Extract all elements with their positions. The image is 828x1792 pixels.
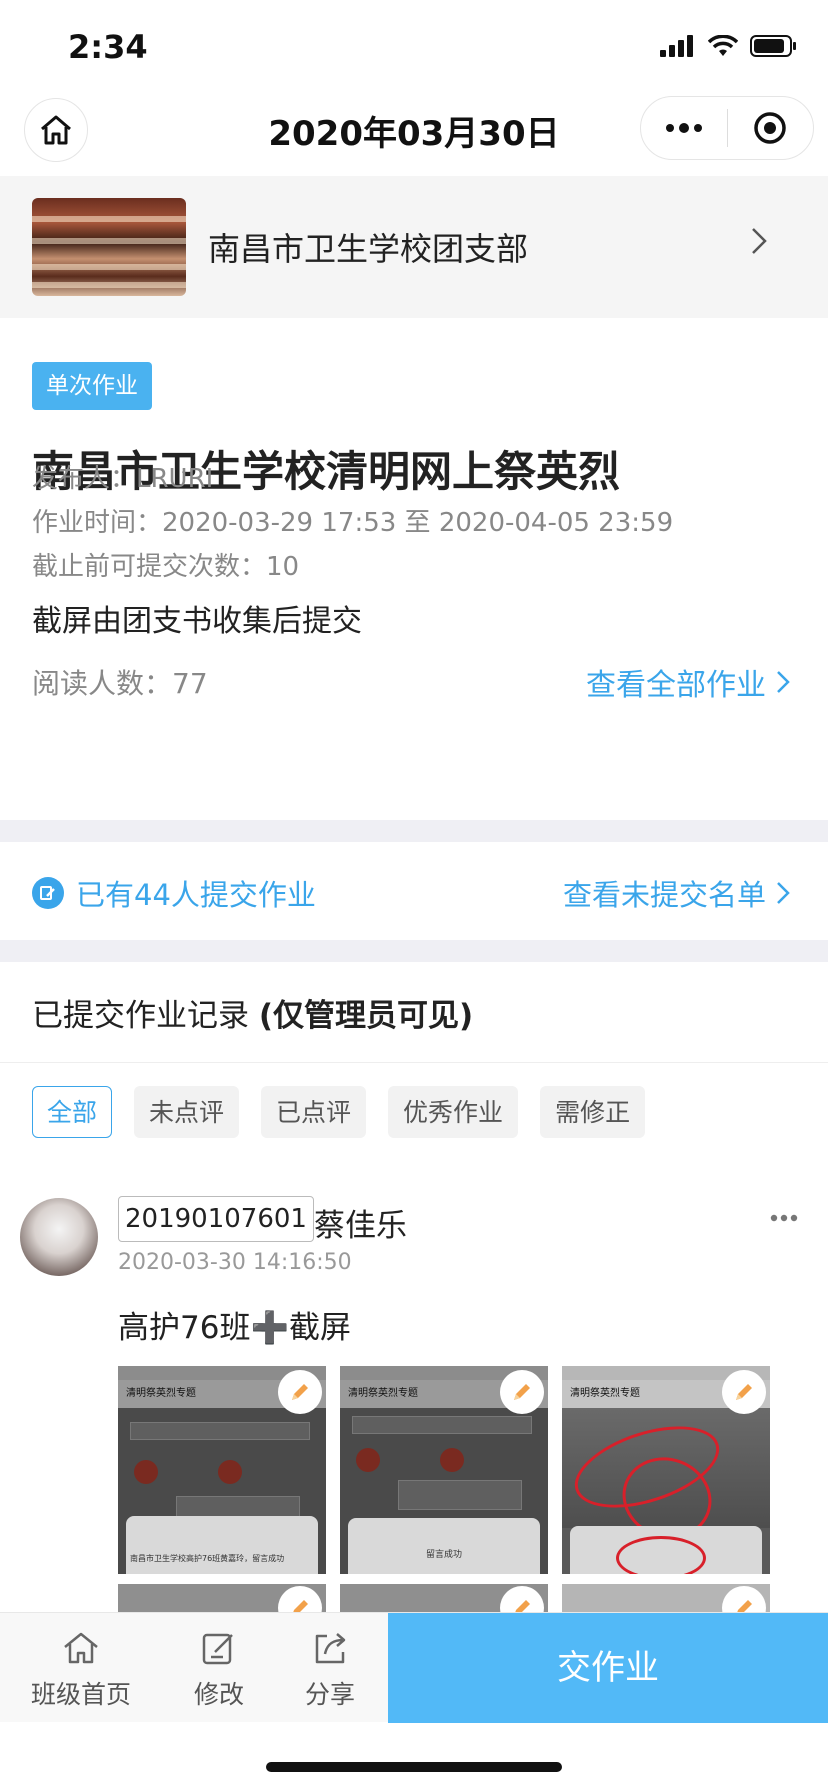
- record-circle-icon: [754, 112, 786, 144]
- view-unsubmitted-label: 查看未提交名单: [562, 878, 766, 912]
- chevron-right-icon: [777, 671, 790, 693]
- annotate-button[interactable]: [722, 1370, 766, 1414]
- submit-homework-button[interactable]: 交作业: [388, 1613, 828, 1723]
- nav-bar: 2020年03月30日: [0, 96, 828, 178]
- thumb-form-row: [398, 1480, 522, 1510]
- thumb-caption: 留言成功: [425, 1550, 462, 1560]
- thumb-button: [134, 1460, 158, 1484]
- submission-summary: 已有44人提交作业 查看未提交名单: [0, 842, 828, 940]
- records-heading-text: 已提交作业记录: [32, 998, 249, 1034]
- status-time: 2:34: [68, 28, 148, 66]
- read-count: 阅读人数：77: [32, 667, 208, 700]
- view-all-label: 查看全部作业: [586, 668, 766, 703]
- pencil-icon: [736, 1384, 752, 1400]
- battery-icon: [750, 35, 796, 57]
- home-icon: [64, 1632, 98, 1664]
- thumb-caption: 南昌市卫生学校高护76班黄嘉玲，留言成功: [130, 1554, 285, 1563]
- chevron-right-icon: [752, 228, 767, 254]
- homework-period: 作业时间：2020-03-29 17:53 至 2020-04-05 23:59: [32, 508, 674, 538]
- thumb-button: [356, 1448, 380, 1472]
- thumb-form-row: [130, 1422, 310, 1440]
- submission-count-text: 已有44人提交作业: [76, 878, 316, 912]
- submit-limit: 截止前可提交次数：10: [32, 552, 300, 582]
- thumb-form-row: [352, 1416, 532, 1434]
- section-gap: [0, 940, 828, 962]
- org-name: 南昌市卫生学校团支部: [208, 230, 529, 268]
- status-bar: 2:34: [0, 0, 828, 96]
- share-icon: [315, 1633, 346, 1664]
- homework-type-badge: 单次作业: [32, 362, 152, 410]
- status-icons: [660, 34, 798, 58]
- thumb-panel: [126, 1516, 318, 1574]
- homework-card: 单次作业 南昌市卫生学校清明网上祭英烈 发布人：LRURI 作业时间：2020-…: [0, 318, 828, 820]
- org-banner[interactable]: 南昌市卫生学校团支部: [0, 176, 828, 318]
- records-heading: 已提交作业记录 (仅管理员可见): [32, 990, 473, 1035]
- bottom-action-bar: 班级首页 修改 分享 交作业: [0, 1612, 828, 1723]
- edit-icon: [202, 1633, 233, 1665]
- view-all-homework-link[interactable]: 查看全部作业: [586, 660, 790, 704]
- thumb-panel: [348, 1518, 540, 1574]
- submission-image[interactable]: 清明祭英烈专题: [562, 1366, 770, 1574]
- submission-text: 高护76班➕截屏: [118, 1310, 352, 1346]
- edit-note-icon: [32, 877, 64, 909]
- records-heading-note: (仅管理员可见): [258, 998, 474, 1034]
- annotate-button[interactable]: [500, 1370, 544, 1414]
- thumb-ink-mark: [616, 1536, 706, 1574]
- signal-icon: [660, 35, 693, 57]
- filter-excellent[interactable]: 优秀作业: [388, 1086, 519, 1138]
- pencil-icon: [292, 1384, 308, 1400]
- homework-description: 截屏由团支书收集后提交: [32, 604, 362, 639]
- tab-share[interactable]: 分享: [278, 1627, 382, 1711]
- thumb-button: [218, 1460, 242, 1484]
- publisher: 发布人：LRURI: [32, 464, 214, 494]
- student-name: 蔡佳乐: [314, 1208, 407, 1244]
- filter-not-reviewed[interactable]: 未点评: [134, 1086, 240, 1138]
- org-thumbnail: [32, 198, 186, 296]
- divider: [0, 1062, 828, 1063]
- tab-class-home[interactable]: 班级首页: [26, 1627, 136, 1711]
- more-menu-button[interactable]: [641, 96, 727, 160]
- filter-reviewed[interactable]: 已点评: [261, 1086, 367, 1138]
- submission-image[interactable]: 清明祭英烈专题 留言成功: [340, 1366, 548, 1574]
- filter-all[interactable]: 全部: [32, 1086, 113, 1138]
- submission-image[interactable]: 清明祭英烈专题 南昌市卫生学校高护76班黄嘉玲，留言成功: [118, 1366, 326, 1574]
- filter-needs-fix[interactable]: 需修正: [540, 1086, 646, 1138]
- tab-label: 分享: [304, 1680, 355, 1709]
- wifi-icon: [708, 35, 738, 56]
- filter-chips: 全部 未点评 已点评 优秀作业 需修正: [32, 1086, 646, 1138]
- annotate-button[interactable]: [278, 1370, 322, 1414]
- avatar[interactable]: [20, 1198, 98, 1276]
- section-gap: [0, 820, 828, 842]
- student-id: 20190107601: [118, 1196, 314, 1242]
- tab-label: 修改: [193, 1680, 244, 1709]
- tab-label: 班级首页: [30, 1680, 131, 1709]
- mini-program-capsule: [640, 96, 814, 160]
- submission-count: 已有44人提交作业: [32, 872, 316, 914]
- more-options-icon[interactable]: [770, 1214, 798, 1222]
- close-mini-program-button[interactable]: [728, 96, 814, 160]
- pencil-icon: [514, 1384, 530, 1400]
- view-unsubmitted-link[interactable]: 查看未提交名单: [563, 872, 790, 914]
- thumb-button: [440, 1448, 464, 1472]
- submission-time: 2020-03-30 14:16:50: [118, 1250, 352, 1275]
- submission-records: 已提交作业记录 (仅管理员可见) 全部 未点评 已点评 优秀作业 需修正 201…: [0, 962, 828, 1624]
- home-indicator[interactable]: [266, 1762, 562, 1772]
- more-dots-icon: [665, 123, 702, 133]
- tab-edit[interactable]: 修改: [164, 1627, 274, 1711]
- chevron-right-icon: [777, 882, 790, 904]
